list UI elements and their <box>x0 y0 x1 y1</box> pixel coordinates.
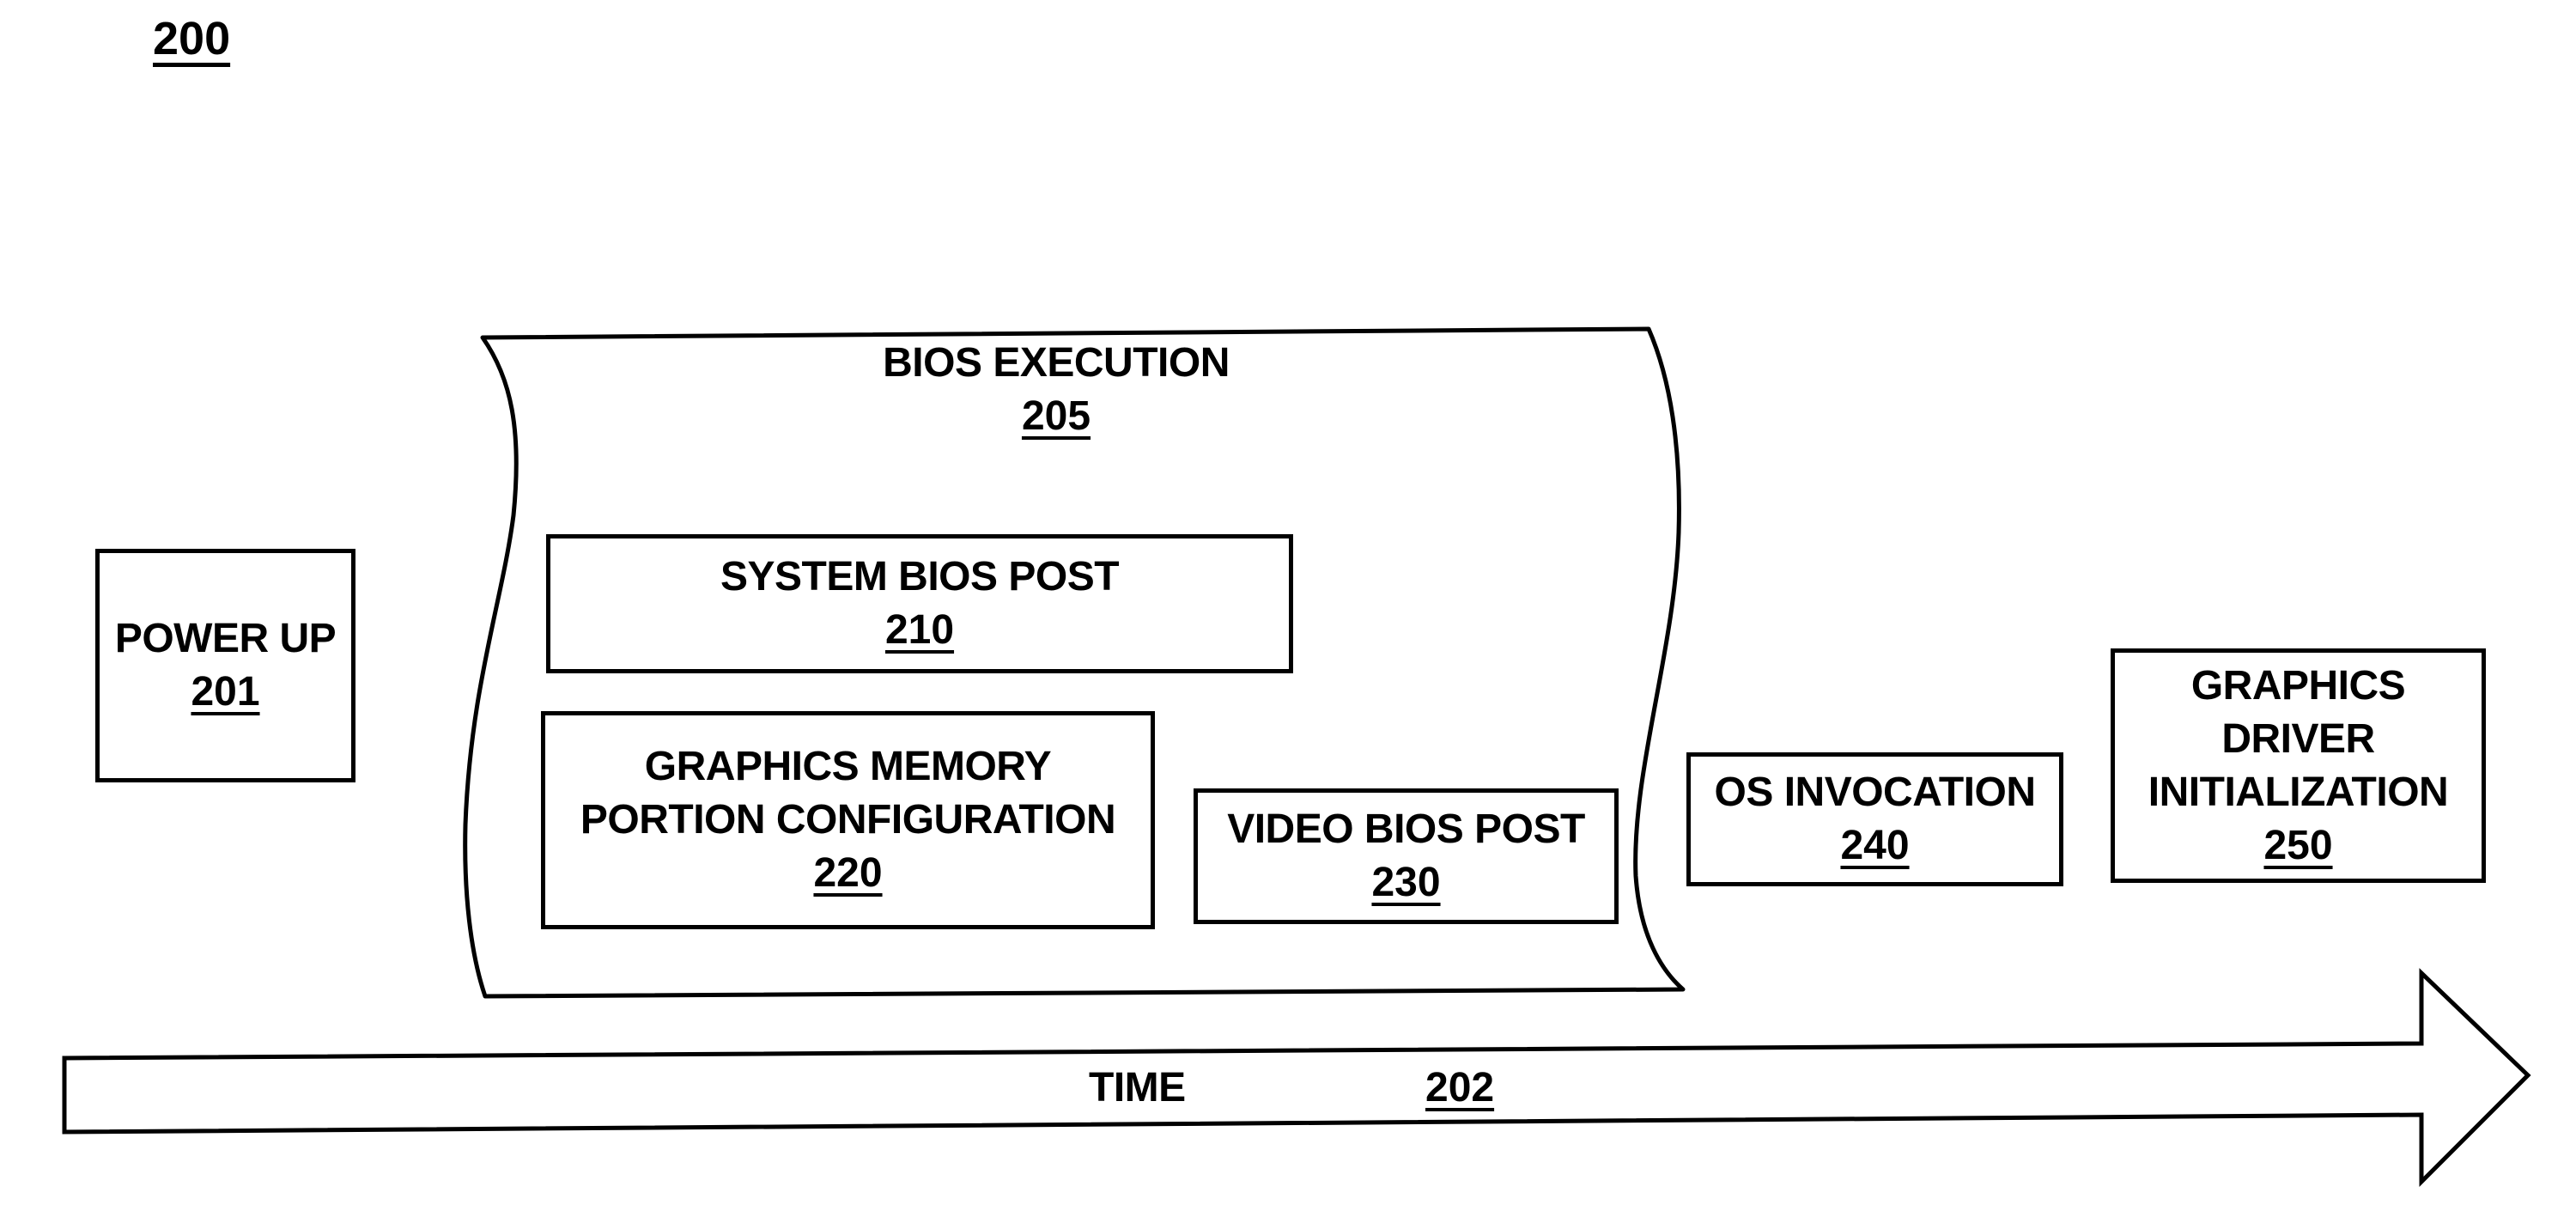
bios-execution-label: BIOS EXECUTION <box>883 340 1230 386</box>
power-up-ref: 201 <box>191 669 260 715</box>
video-bios-post-ref: 230 <box>1371 860 1441 905</box>
os-invocation-box: OS INVOCATION 240 <box>1686 752 2063 886</box>
os-invocation-ref: 240 <box>1840 823 1910 868</box>
time-arrow <box>62 968 2531 1188</box>
graphics-memory-ref: 220 <box>813 850 883 896</box>
graphics-driver-ref: 250 <box>2263 822 2333 868</box>
graphics-memory-label-line2: PORTION CONFIGURATION <box>580 797 1116 843</box>
graphics-driver-label-line2: DRIVER <box>2221 715 2375 762</box>
figure-number: 200 <box>153 13 231 64</box>
bios-execution-ref: 205 <box>1021 393 1091 439</box>
time-label: TIME <box>1089 1065 1186 1110</box>
video-bios-post-box: VIDEO BIOS POST 230 <box>1194 788 1619 924</box>
system-bios-post-label: SYSTEM BIOS POST <box>720 554 1120 599</box>
graphics-driver-init-box: GRAPHICS DRIVER INITIALIZATION 250 <box>2111 648 2486 883</box>
graphics-memory-config-box: GRAPHICS MEMORY PORTION CONFIGURATION 22… <box>541 711 1155 929</box>
graphics-driver-label-line3: INITIALIZATION <box>2148 769 2449 815</box>
graphics-memory-label-line1: GRAPHICS MEMORY <box>644 744 1052 789</box>
bios-execution-title: BIOS EXECUTION 205 <box>790 337 1322 443</box>
system-bios-post-box: SYSTEM BIOS POST 210 <box>546 534 1293 673</box>
video-bios-post-label: VIDEO BIOS POST <box>1227 806 1585 852</box>
time-ref: 202 <box>1425 1065 1495 1110</box>
power-up-box: POWER UP 201 <box>95 549 355 782</box>
system-bios-post-ref: 210 <box>884 607 955 653</box>
graphics-driver-label-line1: GRAPHICS <box>2190 662 2406 709</box>
power-up-label: POWER UP <box>114 616 337 661</box>
os-invocation-label: OS INVOCATION <box>1714 770 2036 815</box>
